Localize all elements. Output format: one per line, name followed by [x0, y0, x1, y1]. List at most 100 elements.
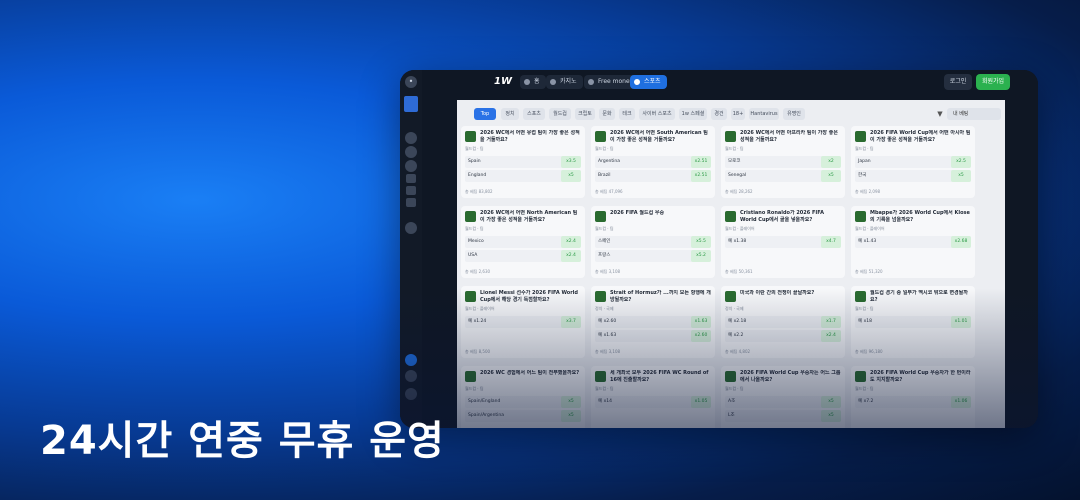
gear-icon[interactable]: [405, 146, 417, 158]
outcome-odds[interactable]: x5.2: [691, 250, 711, 262]
outcome-odds[interactable]: x5: [561, 170, 581, 182]
market-card[interactable]: Strait of Hormuz가 ...까지 모든 항행에 개방될까요? 정치 …: [591, 286, 715, 358]
market-card[interactable]: 2026 FIFA 월드컵 우승 월드컵 · 팀 스페인 x5.5 프랑스 x5.2 총 베…: [591, 206, 715, 278]
outcome-odds[interactable]: x3.5: [561, 156, 581, 168]
outcome-odds[interactable]: x1.01: [951, 316, 971, 328]
outcome-odds[interactable]: x5: [561, 410, 581, 422]
outcome-row[interactable]: L조 x5: [725, 410, 841, 422]
filter-chip[interactable]: Hantavirus: [749, 108, 779, 120]
outcome-odds[interactable]: x2.51: [691, 156, 711, 168]
outcome-odds[interactable]: x5: [561, 396, 581, 408]
outcome-row[interactable]: Japan x2.5: [855, 156, 971, 168]
outcome-row[interactable]: 프랑스 x5.2: [595, 250, 711, 262]
outcome-row[interactable]: Spain/Argentina x5: [465, 410, 581, 422]
market-card[interactable]: 미국과 이란 간의 전쟁이 끝날까요? 정치 · 국제 예 x2.18 x1.7 예 x…: [721, 286, 845, 358]
market-card[interactable]: Mbappe가 2026 World Cup에서 Klose의 기록을 넘을까요…: [851, 206, 975, 278]
settings-icon[interactable]: [405, 370, 417, 382]
nav-home[interactable]: 홈: [520, 75, 546, 89]
outcome-odds[interactable]: x2.4: [561, 250, 581, 262]
outcome-row[interactable]: 예 x18 x1.01: [855, 316, 971, 328]
filter-chip-top[interactable]: Top: [474, 108, 496, 120]
outcome-row[interactable]: Senegal x5: [725, 170, 841, 182]
outcome-row[interactable]: England x5: [465, 170, 581, 182]
market-card[interactable]: 2026 WC에서 어떤 아프리카 팀이 가장 좋은 성적을 거둘까요? 월드컵 …: [721, 126, 845, 198]
outcome-odds[interactable]: x5: [821, 170, 841, 182]
outcome-row[interactable]: 예 x2.60 x1.63: [595, 316, 711, 328]
filter-chip[interactable]: 경건: [711, 108, 727, 120]
outcome-odds[interactable]: x2.51: [691, 170, 711, 182]
crown-icon[interactable]: [406, 198, 416, 207]
close-icon[interactable]: [405, 388, 417, 400]
outcome-odds[interactable]: x5: [951, 170, 971, 182]
outcome-odds[interactable]: x1.06: [951, 396, 971, 408]
outcome-row[interactable]: 예 x14 x1.05: [595, 396, 711, 408]
market-card[interactable]: 월드컵 경기 중 일부가 멕시코 밖으로 변경될까요? 월드컵 · 팀예 x18 x…: [851, 286, 975, 358]
register-button[interactable]: 회원가입: [976, 74, 1010, 90]
outcome-odds[interactable]: x4.7: [821, 236, 841, 248]
outcome-row[interactable]: Brazil x2.51: [595, 170, 711, 182]
outcome-row[interactable]: 예 x1.63 x2.60: [595, 330, 711, 342]
outcome-row[interactable]: 예 x1.38 x4.7: [725, 236, 841, 248]
user-icon[interactable]: •: [405, 76, 417, 88]
market-card[interactable]: 2026 WC 경험에서 어느 팀이 전부했을까요? 월드컵 · 팀 Spain/E…: [461, 366, 585, 428]
outcome-row[interactable]: 스페인 x5.5: [595, 236, 711, 248]
outcome-row[interactable]: 모로코 x2: [725, 156, 841, 168]
my-bets-button[interactable]: 내 베팅: [947, 108, 1001, 120]
outcome-row[interactable]: Spain x3.5: [465, 156, 581, 168]
outcome-row[interactable]: 예 x2.2 x2.4: [725, 330, 841, 342]
casino-icon[interactable]: [405, 160, 417, 172]
filter-chip[interactable]: 사이버 스포츠: [639, 108, 675, 120]
outcome-row[interactable]: Spain/England x5: [465, 396, 581, 408]
outcome-odds[interactable]: x1.7: [821, 316, 841, 328]
outcome-row[interactable]: Mexico x2.4: [465, 236, 581, 248]
outcome-odds[interactable]: x5: [821, 410, 841, 422]
brand-logo[interactable]: 1W: [494, 76, 512, 87]
outcome-row[interactable]: 예 x1.24 x3.7: [465, 316, 581, 328]
filter-chip[interactable]: 1w 스페셜: [679, 108, 707, 120]
gift-icon[interactable]: [406, 186, 416, 195]
outcome-row[interactable]: 예 x7.2 x1.06: [855, 396, 971, 408]
outcome-odds[interactable]: x2.4: [821, 330, 841, 342]
outcome-row[interactable]: 한국 x5: [855, 170, 971, 182]
outcome-odds[interactable]: x5.5: [691, 236, 711, 248]
login-button[interactable]: 로그인: [944, 74, 972, 90]
filter-chip[interactable]: 유명인: [783, 108, 805, 120]
market-card[interactable]: 세 개최국 모두 2026 FIFA WC Round of 16에 진출할까요…: [591, 366, 715, 428]
outcome-row[interactable]: Argentina x2.51: [595, 156, 711, 168]
outcome-row[interactable]: USA x2.4: [465, 250, 581, 262]
support-icon[interactable]: [405, 222, 417, 234]
market-card[interactable]: 2026 FIFA World Cup 우승자가 한 번이라도 지지할까요? 월드…: [851, 366, 975, 428]
outcome-odds[interactable]: x1.63: [691, 316, 711, 328]
market-card[interactable]: Cristiano Ronaldo가 2026 FIFA World Cup에서…: [721, 206, 845, 278]
outcome-odds[interactable]: x1.05: [691, 396, 711, 408]
market-card[interactable]: 2026 WC에서 어떤 North American 팀이 가장 좋은 성적을…: [461, 206, 585, 278]
filter-icon[interactable]: ▼: [935, 109, 945, 119]
outcome-odds[interactable]: x2.68: [951, 236, 971, 248]
market-card[interactable]: Lionel Messi 선수가 2026 FIFA World Cup에서 해…: [461, 286, 585, 358]
outcome-row[interactable]: 예 x1.43 x2.68: [855, 236, 971, 248]
market-card[interactable]: 2026 FIFA World Cup 우승자는 어느 그룹에서 나올까요? 월드…: [721, 366, 845, 428]
filter-chip[interactable]: 스포츠: [523, 108, 545, 120]
chat-icon[interactable]: [405, 354, 417, 366]
app-logo[interactable]: [404, 96, 418, 112]
live-icon[interactable]: [406, 174, 416, 183]
outcome-odds[interactable]: x3.7: [561, 316, 581, 328]
outcome-row[interactable]: A조 x5: [725, 396, 841, 408]
outcome-odds[interactable]: x2.4: [561, 236, 581, 248]
outcome-odds[interactable]: x2: [821, 156, 841, 168]
outcome-odds[interactable]: x5: [821, 396, 841, 408]
nav-sports[interactable]: 스포츠: [630, 75, 667, 89]
filter-chip[interactable]: 테크: [619, 108, 635, 120]
home-icon[interactable]: [405, 132, 417, 144]
filter-chip[interactable]: 18+: [731, 108, 745, 120]
nav-casino[interactable]: 카지노: [546, 75, 583, 89]
filter-chip[interactable]: 정치: [501, 108, 519, 120]
outcome-odds[interactable]: x2.5: [951, 156, 971, 168]
outcome-row[interactable]: 예 x2.18 x1.7: [725, 316, 841, 328]
filter-chip[interactable]: 문화: [599, 108, 615, 120]
filter-chip[interactable]: 크립토: [575, 108, 595, 120]
market-card[interactable]: 2026 WC에서 어떤 유럽 팀이 가장 좋은 성적을 거둘까요? 월드컵 · …: [461, 126, 585, 198]
outcome-odds[interactable]: x2.60: [691, 330, 711, 342]
market-card[interactable]: 2026 WC에서 어떤 South American 팀이 가장 좋은 성적을…: [591, 126, 715, 198]
filter-chip[interactable]: 월드컵: [549, 108, 571, 120]
